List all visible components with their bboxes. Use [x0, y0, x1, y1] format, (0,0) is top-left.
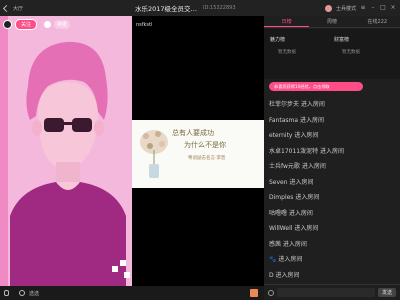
user-avatar[interactable] [324, 4, 332, 12]
tab-online[interactable]: 在线222 [355, 16, 400, 27]
poster-line-1: 总有人要成功 [172, 129, 214, 137]
back-to-lobby[interactable]: 大厅 [0, 4, 132, 12]
chat-item: WillWell 进入房间 [269, 225, 319, 233]
live-room-window: 大厅 水乐2017级全员交… ID:15322893 士兵楼式 ≡ – □ × [0, 0, 400, 300]
chat-item: Dimples 进入房间 [269, 194, 320, 202]
charm-rank-empty: 暂无数据 [278, 50, 296, 55]
chat-item: 杜菲尔步夫 进入房间 [269, 101, 325, 109]
rank-tabs: 日榜 周榜 在线222 [264, 16, 400, 28]
reward-notice[interactable]: 恭喜您获得10经验，点击领取 [269, 82, 363, 91]
menu-icon[interactable]: ≡ [360, 5, 366, 11]
chat-item: Seven 进入房间 [269, 178, 314, 186]
chat-item: 水卓17011泼泥特 进入房间 [269, 147, 344, 155]
camera-controls: 选选 [0, 286, 132, 300]
chat-item: Fantasma 进入房间 [269, 116, 324, 124]
wealth-rank: 财富榜 暂无数据 [334, 36, 394, 55]
streamer-camera: 关注 排麦 [0, 16, 132, 286]
emoji-icon[interactable] [268, 289, 274, 296]
chat-input-row: 发送 [264, 284, 400, 300]
maximize-icon[interactable]: □ [380, 5, 386, 11]
video-label: nsfkstl [136, 22, 153, 28]
minimize-icon[interactable]: – [370, 5, 376, 11]
streamer-info: 关注 排麦 [3, 19, 71, 30]
power-icon[interactable] [19, 290, 25, 296]
follow-button[interactable]: 关注 [15, 19, 38, 30]
poster-line-2: 为什么不是你 [184, 141, 226, 149]
streamer-illustration [0, 16, 132, 286]
chat-input[interactable] [277, 288, 375, 297]
fans-avatar[interactable] [44, 21, 52, 28]
gift-icon[interactable] [250, 289, 258, 297]
chat-item: eternity 进入房间 [269, 132, 319, 140]
charm-rank: 魅力榜 暂无数据 [270, 36, 330, 55]
wealth-rank-title: 财富榜 [334, 37, 350, 43]
user-name[interactable]: 士兵楼式 [336, 5, 356, 12]
room-id: ID:15322893 [203, 5, 236, 11]
charm-rank-title: 魅力榜 [270, 37, 286, 43]
room-header: 水乐2017级全员交… ID:15322893 [132, 3, 264, 13]
rank-box: 魅力榜 暂无数据 财富榜 暂无数据 [264, 29, 400, 88]
chat-item: 士兵fw元歌 进入房间 [269, 163, 326, 171]
poster-line-3: 粤语励志名言·李晋 [188, 156, 226, 161]
mic-icon[interactable] [4, 290, 9, 296]
tab-daily[interactable]: 日榜 [264, 16, 310, 27]
tab-weekly[interactable]: 周榜 [309, 16, 354, 27]
chat-item: 🐾 进入房间 [269, 256, 303, 264]
title-bar: 大厅 水乐2017级全员交… ID:15322893 士兵楼式 ≡ – □ × [0, 0, 400, 16]
send-button[interactable]: 发送 [378, 288, 396, 297]
chat-item: D 进入房间 [269, 271, 300, 279]
mode-label[interactable]: 选选 [29, 290, 39, 297]
video-bottom-bar [132, 286, 264, 300]
user-area: 士兵楼式 ≡ – □ × [264, 4, 400, 12]
back-icon[interactable] [2, 4, 11, 12]
wealth-rank-empty: 暂无数据 [342, 50, 360, 55]
chat-list: 杜菲尔步夫 进入房间 Fantasma 进入房间 eternity 进入房间 水… [269, 96, 395, 282]
chat-item: 咕噜噜 进入房间 [269, 209, 313, 217]
close-icon[interactable]: × [390, 5, 396, 11]
back-label: 大厅 [13, 5, 24, 12]
streamer-avatar[interactable] [3, 20, 12, 29]
room-title: 水乐2017级全员交… [135, 5, 198, 13]
flower-vase-image [140, 130, 168, 178]
sidebar: 日榜 周榜 在线222 魅力榜 暂无数据 财富榜 暂无数据 恭喜您获得10经验，… [264, 16, 400, 300]
fans-tag[interactable]: 排麦 [54, 20, 71, 29]
chat-item: 感茜 进入房间 [269, 240, 307, 248]
